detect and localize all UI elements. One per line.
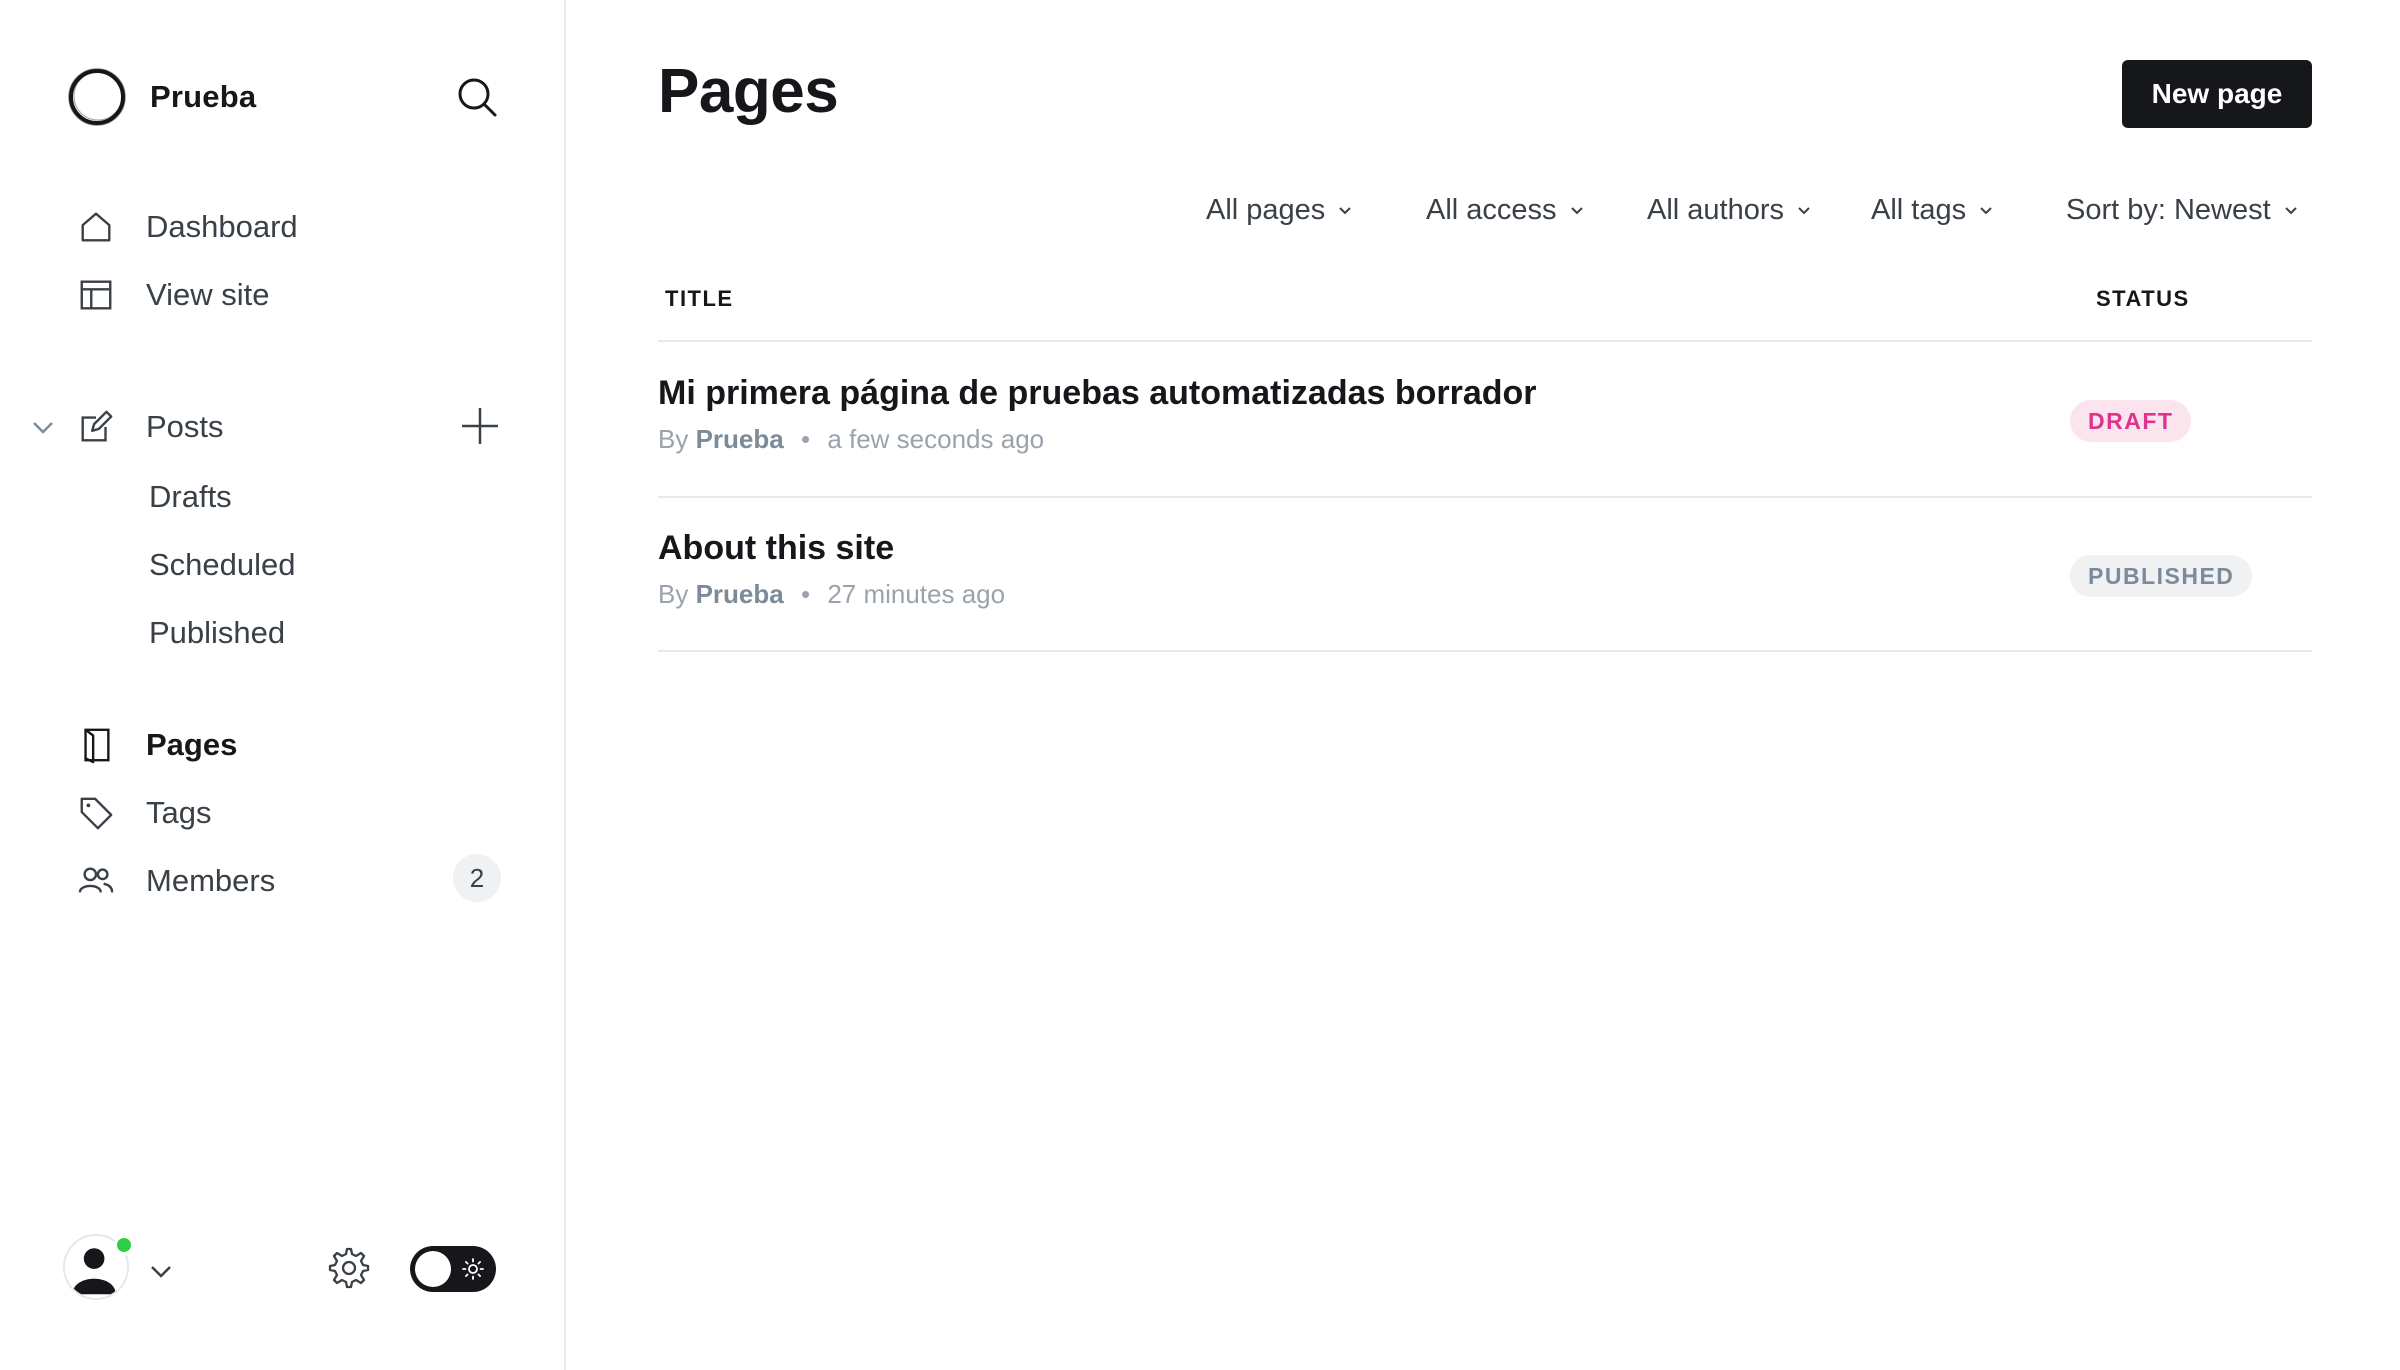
members-icon [76, 861, 116, 901]
table-row[interactable]: Mi primera página de pruebas automatizad… [658, 344, 2312, 496]
theme-toggle[interactable] [410, 1246, 496, 1292]
table-divider [658, 650, 2312, 652]
filter-pages-label: All pages [1206, 193, 1326, 226]
filter-access-label: All access [1426, 193, 1557, 226]
page-title: Pages [658, 57, 839, 126]
status-badge: PUBLISHED [2070, 555, 2253, 597]
meta-by: By [658, 424, 689, 454]
meta-separator: • [800, 579, 811, 609]
meta-author: Prueba [695, 424, 784, 454]
meta-by: By [658, 579, 689, 609]
filter-authors-label: All authors [1647, 193, 1785, 226]
nav-view-site[interactable]: View site [76, 268, 270, 322]
chevron-down-icon [1339, 207, 1352, 215]
filter-sort[interactable]: Sort by: Newest [2066, 188, 2299, 232]
layout-icon [76, 275, 116, 315]
members-count-badge: 2 [453, 854, 501, 902]
filter-sort-label: Sort by: Newest [2066, 193, 2271, 226]
nav-posts-label: Posts [146, 409, 224, 444]
nav-tags-label: Tags [146, 795, 212, 830]
nav-pages[interactable]: Pages [76, 718, 237, 772]
page-icon [76, 725, 116, 765]
filter-access[interactable]: All access [1426, 188, 1585, 232]
chevron-down-icon [1798, 207, 1810, 215]
nav-view-site-label: View site [146, 277, 270, 312]
table-divider [658, 340, 2312, 342]
meta-separator: • [800, 424, 811, 454]
nav-members-label: Members [146, 863, 276, 898]
search-icon[interactable] [456, 76, 498, 118]
chevron-down-icon [1570, 207, 1583, 215]
nav-scheduled[interactable]: Scheduled [149, 540, 296, 590]
chevron-down-icon [1980, 207, 1992, 215]
new-page-button[interactable]: New page [2122, 60, 2312, 128]
app-root: Prueba Dashboard View site Posts Drafts … [0, 0, 2400, 1370]
gear-icon[interactable] [324, 1245, 370, 1291]
chevron-down-icon[interactable] [148, 1258, 174, 1284]
home-icon [76, 207, 116, 247]
theme-toggle-knob [415, 1251, 451, 1287]
page-title-cell[interactable]: Mi primera página de pruebas automatizad… [658, 374, 1537, 413]
nav-drafts[interactable]: Drafts [149, 472, 232, 522]
add-post-icon[interactable] [460, 406, 500, 446]
nav-dashboard[interactable]: Dashboard [76, 200, 298, 254]
chevron-down-icon[interactable] [30, 414, 56, 440]
filter-tags-label: All tags [1871, 193, 1967, 226]
nav-dashboard-label: Dashboard [146, 209, 298, 244]
meta-time: a few seconds ago [827, 424, 1045, 454]
column-status-header: STATUS [2096, 286, 2190, 311]
nav-tags[interactable]: Tags [76, 786, 211, 840]
tag-icon [76, 793, 116, 833]
table-divider [658, 496, 2312, 498]
meta-author: Prueba [695, 579, 784, 609]
edit-icon [76, 407, 116, 447]
page-title-cell[interactable]: About this site [658, 529, 894, 568]
table-row[interactable]: About this site By Prueba • 27 minutes a… [658, 499, 2312, 651]
nav-members[interactable]: Members [76, 854, 275, 908]
filter-pages[interactable]: All pages [1206, 188, 1353, 232]
meta-time: 27 minutes ago [827, 579, 1006, 609]
chevron-down-icon [2284, 207, 2297, 215]
column-title-header: TITLE [665, 286, 734, 311]
site-logo-icon [68, 68, 126, 126]
nav-published[interactable]: Published [149, 608, 285, 658]
status-badge: DRAFT [2070, 400, 2192, 442]
page-meta: By Prueba • a few seconds ago [658, 424, 1044, 455]
online-status-dot [114, 1235, 134, 1255]
filter-authors[interactable]: All authors [1647, 188, 1812, 232]
nav-posts[interactable]: Posts [76, 400, 224, 454]
filter-tags[interactable]: All tags [1871, 188, 1994, 232]
site-name: Prueba [150, 79, 257, 114]
sun-icon [462, 1258, 484, 1280]
page-meta: By Prueba • 27 minutes ago [658, 579, 1005, 610]
nav-pages-label: Pages [146, 727, 238, 762]
brand[interactable]: Prueba [66, 66, 256, 128]
sidebar: Prueba Dashboard View site Posts Drafts … [0, 0, 566, 1370]
